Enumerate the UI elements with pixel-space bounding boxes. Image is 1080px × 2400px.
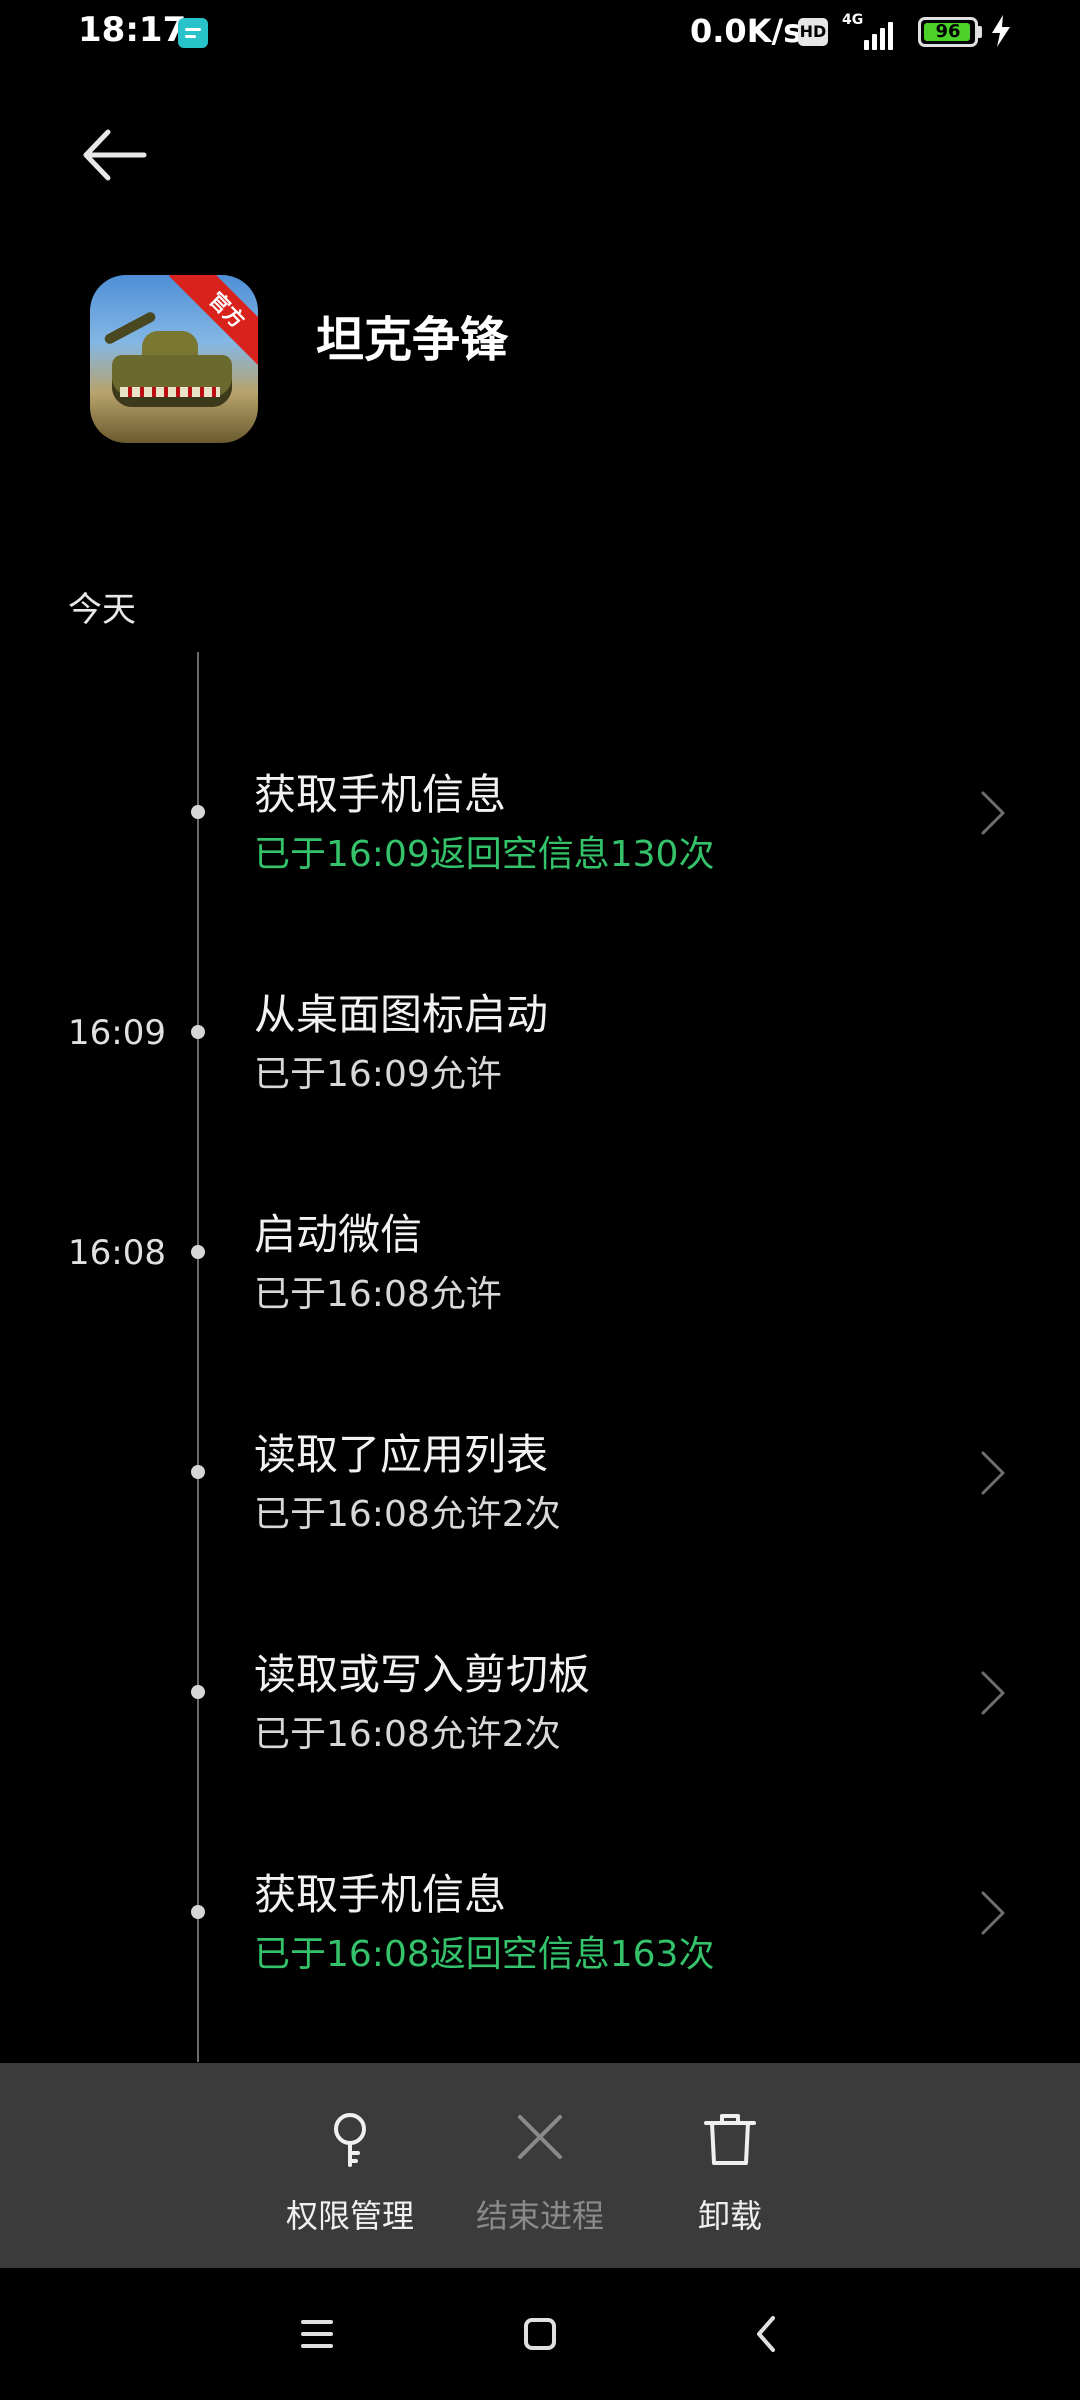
uninstall-button[interactable]: 卸载 bbox=[650, 2063, 810, 2268]
menu-button[interactable] bbox=[285, 2302, 349, 2366]
section-label-today: 今天 bbox=[68, 590, 136, 630]
permissions-button[interactable]: 权限管理 bbox=[270, 2063, 430, 2268]
close-icon bbox=[518, 2115, 562, 2159]
entry-subtitle: 已于16:09返回空信息130次 bbox=[254, 834, 715, 875]
entry-subtitle: 已于16:08允许2次 bbox=[254, 1714, 561, 1755]
app-name: 坦克争锋 bbox=[316, 312, 509, 368]
action-bar: 权限管理 结束进程 卸载 bbox=[0, 2063, 1080, 2268]
battery-icon: 96 bbox=[918, 17, 978, 47]
permissions-label: 权限管理 bbox=[285, 2197, 414, 2235]
entry-subtitle: 已于16:09允许 bbox=[254, 1054, 502, 1095]
timeline-dot bbox=[191, 1465, 205, 1479]
entry-subtitle: 已于16:08返回空信息163次 bbox=[254, 1934, 715, 1975]
back-icon bbox=[757, 2316, 775, 2352]
menu-icon bbox=[301, 2320, 333, 2348]
network-speed: 0.0K/s bbox=[690, 12, 803, 50]
timeline-dot bbox=[191, 1025, 205, 1039]
back-button[interactable] bbox=[78, 120, 158, 190]
network-type: 4G bbox=[842, 12, 864, 28]
timeline-dot bbox=[191, 1905, 205, 1919]
timeline-dot bbox=[191, 1245, 205, 1259]
timeline-entry[interactable]: 获取手机信息 已于16:09返回空信息130次 bbox=[0, 725, 1080, 905]
home-icon bbox=[524, 2318, 556, 2350]
trash-icon bbox=[704, 2114, 756, 2165]
chevron-right-icon bbox=[981, 1891, 1005, 1935]
timeline-entry: 16:09 从桌面图标启动 已于16:09允许 bbox=[0, 945, 1080, 1125]
timeline-entry[interactable]: 获取手机信息 已于16:08返回空信息163次 bbox=[0, 1825, 1080, 2005]
hd-icon: HD bbox=[798, 18, 828, 46]
entry-title: 读取或写入剪切板 bbox=[254, 1650, 591, 1699]
status-time: 18:17 bbox=[78, 10, 187, 50]
battery-level: 96 bbox=[935, 21, 961, 42]
status-bar: 18:17 0.0K/s HD 4G 96 bbox=[0, 0, 1080, 66]
back-nav-button[interactable] bbox=[735, 2302, 799, 2366]
timeline-entry: 16:08 启动微信 已于16:08允许 bbox=[0, 1165, 1080, 1345]
entry-time: 16:09 bbox=[68, 1013, 166, 1053]
uninstall-label: 卸载 bbox=[697, 2197, 762, 2235]
entry-time: 16:08 bbox=[68, 1233, 166, 1273]
entry-title: 获取手机信息 bbox=[254, 770, 507, 819]
chevron-right-icon bbox=[981, 791, 1005, 835]
back-arrow-icon bbox=[83, 129, 147, 181]
app-icon: 官方 bbox=[90, 275, 258, 443]
timeline-dot bbox=[191, 805, 205, 819]
entry-title: 获取手机信息 bbox=[254, 1870, 507, 1919]
entry-title: 读取了应用列表 bbox=[254, 1430, 549, 1479]
entry-title: 启动微信 bbox=[254, 1210, 423, 1259]
chevron-right-icon bbox=[981, 1671, 1005, 1715]
end-process-label: 结束进程 bbox=[475, 2197, 604, 2235]
end-process-button[interactable]: 结束进程 bbox=[460, 2063, 620, 2268]
notification-icon bbox=[178, 18, 208, 48]
timeline-entry[interactable]: 读取了应用列表 已于16:08允许2次 bbox=[0, 1385, 1080, 1565]
signal-icon: 4G bbox=[842, 12, 902, 50]
chevron-right-icon bbox=[981, 1451, 1005, 1495]
key-icon bbox=[334, 2113, 366, 2167]
home-button[interactable] bbox=[508, 2302, 572, 2366]
entry-subtitle: 已于16:08允许2次 bbox=[254, 1494, 561, 1535]
timeline-dot bbox=[191, 1685, 205, 1699]
entry-title: 从桌面图标启动 bbox=[254, 990, 549, 1039]
charging-bolt-icon bbox=[992, 15, 1010, 47]
timeline-entry[interactable]: 读取或写入剪切板 已于16:08允许2次 bbox=[0, 1605, 1080, 1785]
entry-subtitle: 已于16:08允许 bbox=[254, 1274, 502, 1315]
navigation-bar bbox=[0, 2268, 1080, 2400]
